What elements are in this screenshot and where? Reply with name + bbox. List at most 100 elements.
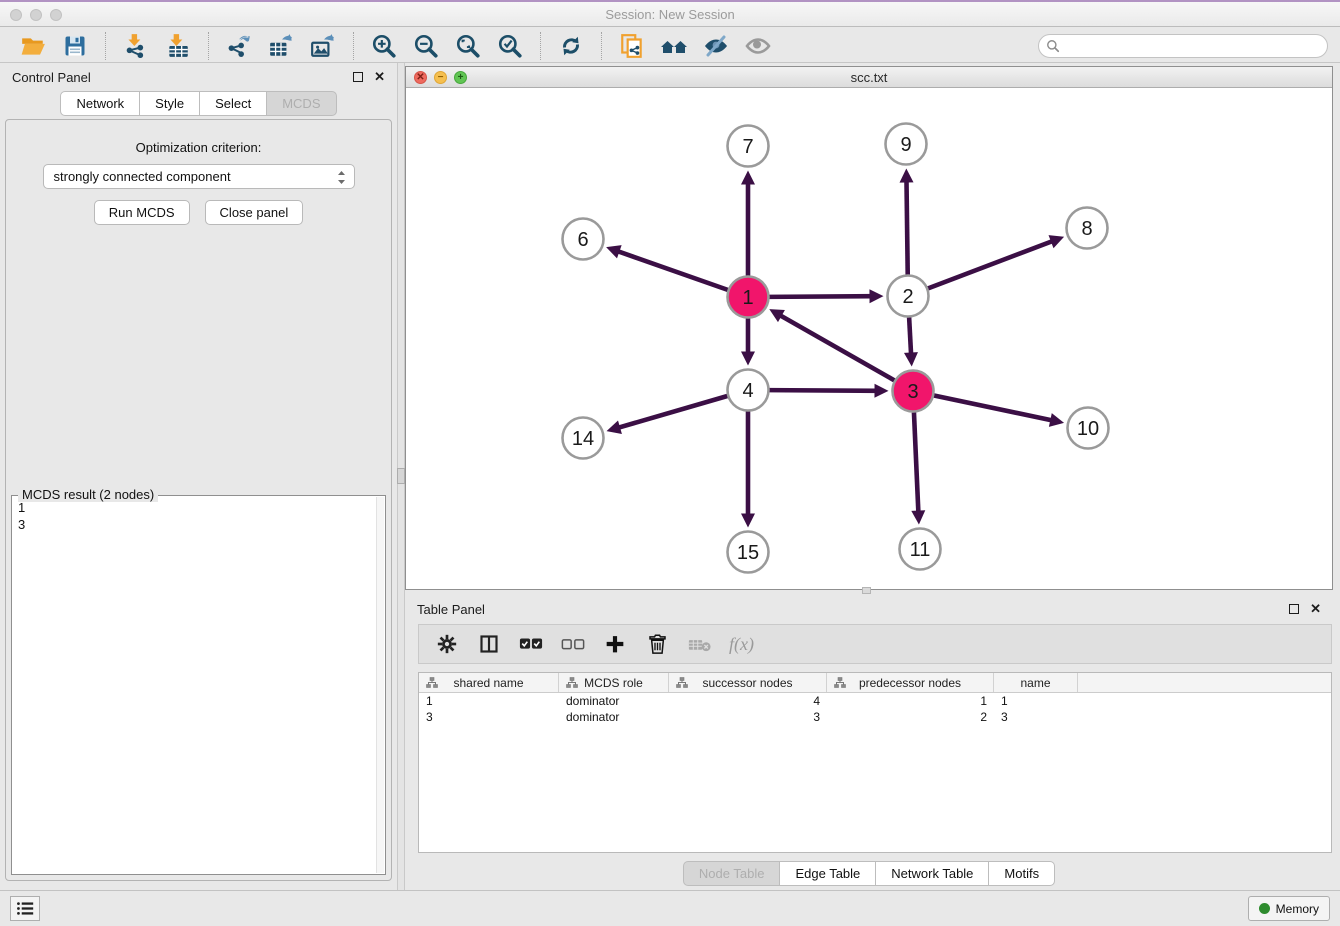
control-panel: Control Panel ✕ NetworkStyleSelectMCDS O…: [0, 63, 397, 890]
export-network-icon[interactable]: [221, 31, 257, 61]
window-controls[interactable]: [10, 9, 62, 21]
float-table-panel-icon[interactable]: [1289, 604, 1299, 614]
tab-network-table[interactable]: Network Table: [875, 861, 989, 886]
zoom-in-icon[interactable]: [366, 31, 402, 61]
hide-selected-icon[interactable]: [698, 31, 734, 61]
fit-content-icon[interactable]: [450, 31, 486, 61]
panel-divider[interactable]: [397, 63, 405, 890]
zoom-out-icon[interactable]: [408, 31, 444, 61]
tab-network[interactable]: Network: [60, 91, 140, 116]
show-all-icon[interactable]: [740, 31, 776, 61]
edge-arrow: [741, 352, 755, 366]
edge-arrow: [1049, 413, 1064, 427]
network-title: scc.txt: [851, 70, 888, 85]
table-cell[interactable]: dominator: [559, 694, 669, 708]
float-panel-icon[interactable]: [353, 72, 363, 82]
edge-arrow: [741, 514, 755, 528]
node-table[interactable]: shared nameMCDS rolesuccessor nodesprede…: [418, 672, 1332, 853]
edge-3-1[interactable]: [779, 315, 894, 381]
select-stepper-icon: [336, 169, 347, 186]
column-header-shared-name[interactable]: shared name: [419, 673, 559, 692]
optimization-criterion-label: Optimization criterion:: [6, 140, 391, 155]
task-list-icon: [16, 901, 34, 916]
delete-table-icon[interactable]: [685, 630, 713, 658]
edge-4-3[interactable]: [769, 390, 877, 391]
table-cell[interactable]: dominator: [559, 710, 669, 724]
tab-edge-table[interactable]: Edge Table: [779, 861, 876, 886]
memory-button[interactable]: Memory: [1248, 896, 1330, 921]
table-row[interactable]: 1dominator411: [419, 693, 1331, 709]
maximize-network-icon[interactable]: +: [454, 71, 467, 84]
export-image-icon[interactable]: [305, 31, 341, 61]
result-scrollbar[interactable]: [376, 497, 384, 873]
first-neighbors-icon[interactable]: [656, 31, 692, 61]
deselect-all-icon[interactable]: [559, 630, 587, 658]
close-network-icon[interactable]: ✕: [414, 71, 427, 84]
search-input[interactable]: [1038, 34, 1328, 58]
close-panel-icon[interactable]: ✕: [374, 72, 385, 82]
export-table-icon[interactable]: [263, 31, 299, 61]
optimization-criterion-value: strongly connected component: [54, 169, 231, 184]
mcds-panel: Optimization criterion: strongly connect…: [5, 119, 392, 881]
tab-motifs[interactable]: Motifs: [988, 861, 1055, 886]
close-window-button[interactable]: [10, 9, 22, 21]
column-header-predecessor-nodes[interactable]: predecessor nodes: [827, 673, 994, 692]
edge-1-6[interactable]: [616, 251, 727, 290]
maximize-window-button[interactable]: [50, 9, 62, 21]
zoom-selected-icon[interactable]: [492, 31, 528, 61]
node-label-9: 9: [900, 134, 911, 156]
edge-arrow: [607, 421, 622, 434]
edge-3-11[interactable]: [914, 412, 918, 513]
app-titlebar: Session: New Session: [0, 0, 1340, 27]
table-cell[interactable]: 2: [827, 710, 994, 724]
table-cell[interactable]: 3: [669, 710, 827, 724]
close-table-panel-icon[interactable]: ✕: [1310, 604, 1321, 614]
network-window-titlebar[interactable]: ✕ − + scc.txt: [406, 67, 1332, 88]
run-mcds-button[interactable]: Run MCDS: [94, 200, 190, 225]
horizontal-split-handle[interactable]: [862, 587, 871, 594]
table-cell[interactable]: 4: [669, 694, 827, 708]
function-builder-icon[interactable]: f(x): [729, 634, 754, 655]
close-panel-button[interactable]: Close panel: [205, 200, 304, 225]
network-window-controls[interactable]: ✕ − +: [414, 71, 467, 84]
select-all-icon[interactable]: [517, 630, 545, 658]
table-cell[interactable]: 3: [994, 710, 1078, 724]
import-table-icon[interactable]: [160, 31, 196, 61]
edge-2-8[interactable]: [928, 241, 1054, 289]
column-header-successor-nodes[interactable]: successor nodes: [669, 673, 827, 692]
save-session-icon[interactable]: [57, 31, 93, 61]
tab-mcds[interactable]: MCDS: [266, 91, 336, 116]
network-canvas[interactable]: 7968124314101511: [406, 88, 1332, 589]
edge-arrow: [606, 245, 622, 258]
create-column-icon[interactable]: [601, 630, 629, 658]
table-cell[interactable]: 1: [419, 694, 559, 708]
tab-select[interactable]: Select: [199, 91, 267, 116]
show-column-panel-icon[interactable]: [475, 630, 503, 658]
column-header-MCDS-role[interactable]: MCDS role: [559, 673, 669, 692]
delete-column-trash-icon[interactable]: [643, 630, 671, 658]
refresh-layout-icon[interactable]: [553, 31, 589, 61]
edge-1-2[interactable]: [769, 296, 872, 297]
table-cell[interactable]: 1: [994, 694, 1078, 708]
column-header-name[interactable]: name: [994, 673, 1078, 692]
edge-2-3[interactable]: [909, 317, 911, 355]
new-network-from-selection-icon[interactable]: [614, 31, 650, 61]
table-row[interactable]: 3dominator323: [419, 709, 1331, 725]
minimize-window-button[interactable]: [30, 9, 42, 21]
table-cell[interactable]: 1: [827, 694, 994, 708]
tab-style[interactable]: Style: [139, 91, 200, 116]
import-network-icon[interactable]: [118, 31, 154, 61]
edge-arrow: [741, 171, 755, 185]
edge-4-14[interactable]: [617, 396, 727, 428]
edge-3-10[interactable]: [934, 395, 1053, 420]
open-session-icon[interactable]: [15, 31, 51, 61]
table-settings-gear-icon[interactable]: [433, 630, 461, 658]
divider-handle[interactable]: [397, 468, 405, 484]
table-cell[interactable]: 3: [419, 710, 559, 724]
node-label-1: 1: [742, 287, 753, 309]
task-history-button[interactable]: [10, 896, 40, 921]
optimization-criterion-select[interactable]: strongly connected component: [43, 164, 355, 189]
tab-node-table[interactable]: Node Table: [683, 861, 781, 886]
edge-2-9[interactable]: [906, 179, 907, 274]
minimize-network-icon[interactable]: −: [434, 71, 447, 84]
